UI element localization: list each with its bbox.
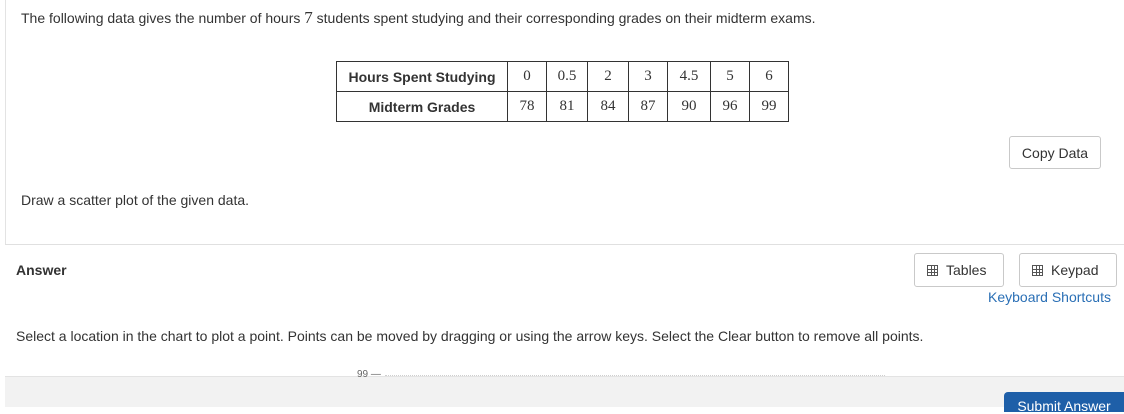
data-table: Hours Spent Studying 0 0.5 2 3 4.5 5 6 M… [336, 61, 789, 122]
table-cell: 0.5 [546, 61, 588, 92]
plot-instruction: Select a location in the chart to plot a… [16, 328, 924, 344]
chart-top-gridline [385, 375, 885, 377]
question-text: The following data gives the number of h… [21, 8, 816, 28]
table-row-hours: Hours Spent Studying 0 0.5 2 3 4.5 5 6 [336, 61, 789, 92]
table-row-grades: Midterm Grades 78 81 84 87 90 96 99 [336, 91, 789, 122]
copy-data-button[interactable]: Copy Data [1009, 136, 1101, 169]
table-cell: 87 [628, 91, 668, 122]
table-grid-icon [927, 264, 938, 276]
table-cell: 78 [507, 91, 547, 122]
tables-button-label: Tables [946, 262, 987, 278]
keyboard-shortcuts-link[interactable]: Keyboard Shortcuts [988, 289, 1111, 305]
keypad-button-label: Keypad [1051, 262, 1099, 278]
row-header-grades: Midterm Grades [336, 91, 508, 122]
table-cell: 3 [628, 61, 668, 92]
table-cell: 6 [749, 61, 789, 92]
table-cell: 4.5 [667, 61, 711, 92]
chart-area[interactable] [5, 376, 1124, 407]
table-cell: 0 [507, 61, 547, 92]
submit-answer-button[interactable]: Submit Answer [1004, 392, 1124, 414]
tables-button[interactable]: Tables [914, 253, 1004, 287]
question-text-end: students spent studying and their corres… [312, 10, 816, 26]
student-count: 7 [304, 8, 313, 27]
keypad-button[interactable]: Keypad [1019, 253, 1117, 287]
table-cell: 84 [587, 91, 629, 122]
row-header-hours: Hours Spent Studying [336, 61, 508, 92]
section-divider [5, 244, 1124, 245]
table-cell: 5 [710, 61, 750, 92]
table-cell: 99 [749, 91, 789, 122]
keypad-icon [1032, 264, 1043, 276]
table-cell: 81 [546, 91, 588, 122]
y-axis-tick-label: 99 — [357, 369, 381, 380]
table-cell: 90 [667, 91, 711, 122]
table-cell: 2 [587, 61, 629, 92]
answer-label: Answer [16, 262, 67, 278]
table-cell: 96 [710, 91, 750, 122]
question-text-start: The following data gives the number of h… [21, 10, 305, 26]
question-left-border [5, 0, 6, 244]
question-instruction: Draw a scatter plot of the given data. [21, 192, 250, 208]
